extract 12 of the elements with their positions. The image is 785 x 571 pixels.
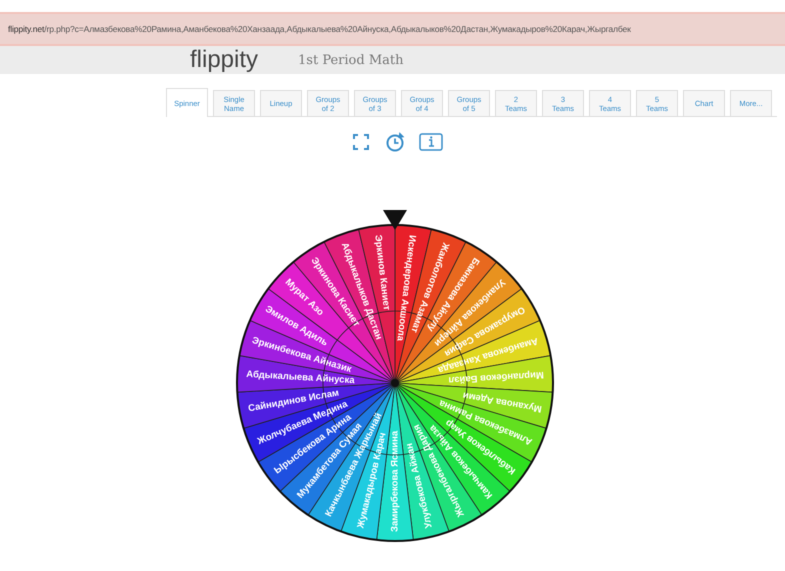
student-name: Эркинов Каниет bbox=[372, 234, 392, 311]
logo[interactable]: flippity bbox=[190, 49, 258, 71]
url-path: /rp.php?c=Алмазбекова%20Рамина,Аманбекова%20Ханзаада,Абдыкалыева%20Айнуска,Абдыкалыков%20Дастан,Жумакадыров%20Карач,Жыргалбек bbox=[44, 24, 631, 34]
address-bar[interactable]: flippity.net/rp.php?c=Алмазбекова%20Рамина,Аманбекова%20Ханзаада,Абдыкалыева%20Айнуска,Абдыкалыков%20Дастан,Жумакадыров%20Карач,Жыргалбек bbox=[0, 12, 785, 46]
pointer-icon bbox=[382, 210, 406, 230]
timer-icon[interactable] bbox=[384, 132, 404, 152]
url-host: flippity.net bbox=[8, 24, 44, 34]
student-name: Замирбекова Ясмина bbox=[389, 430, 400, 532]
student-name: Мирланбеков Байэл bbox=[448, 368, 544, 386]
fullscreen-icon[interactable] bbox=[350, 132, 370, 152]
info-icon[interactable] bbox=[418, 133, 442, 151]
page-title: 1st Period Math bbox=[298, 52, 404, 68]
